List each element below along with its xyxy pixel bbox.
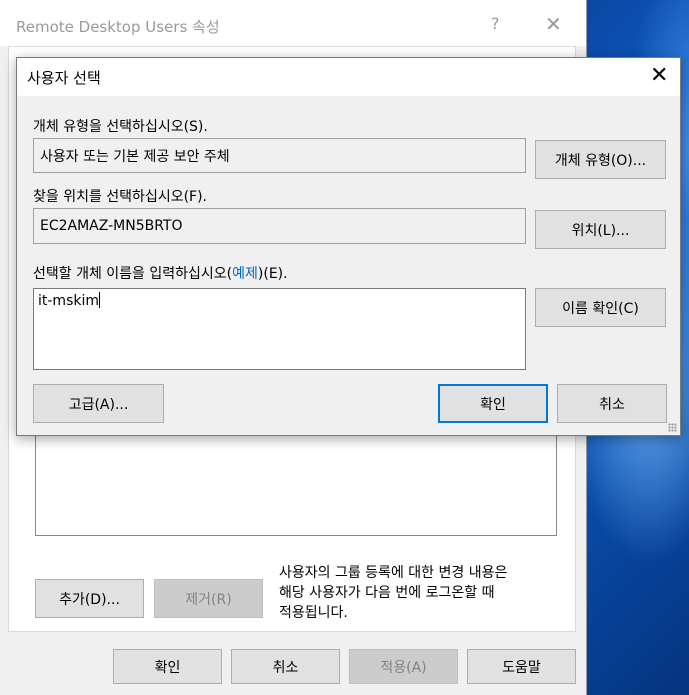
dialog-cancel-button[interactable]: 취소 xyxy=(557,384,667,423)
locations-button[interactable]: 위치(L)... xyxy=(535,210,666,249)
close-icon[interactable]: ✕ xyxy=(650,63,668,88)
object-name-label-prefix: 선택할 개체 이름을 입력하십시오( xyxy=(33,266,233,282)
advanced-button[interactable]: 고급(A)... xyxy=(33,384,164,423)
properties-window-title: Remote Desktop Users 속성 xyxy=(16,18,220,36)
text-caret xyxy=(99,292,100,308)
object-type-field: 사용자 또는 기본 제공 보안 주체 xyxy=(33,138,526,173)
membership-change-note: 사용자의 그룹 등록에 대한 변경 내용은 해당 사용자가 다음 번에 로그온할… xyxy=(279,565,508,621)
properties-titlebar: Remote Desktop Users 속성 ? ✕ xyxy=(0,0,586,46)
help-icon[interactable]: ? xyxy=(491,14,500,33)
select-users-dialog: 사용자 선택 ✕ 개체 유형을 선택하십시오(S). 사용자 또는 기본 제공 … xyxy=(16,57,681,436)
close-icon[interactable]: ✕ xyxy=(545,12,562,36)
object-name-label-suffix: )(E). xyxy=(257,266,288,282)
check-names-button[interactable]: 이름 확인(C) xyxy=(535,288,666,327)
examples-link[interactable]: 예제 xyxy=(232,266,258,282)
object-name-label: 선택할 개체 이름을 입력하십시오(예제)(E). xyxy=(33,263,288,283)
members-list[interactable] xyxy=(35,432,557,536)
location-value: EC2AMAZ-MN5BRTO xyxy=(40,218,183,234)
object-name-value: it-mskim xyxy=(38,293,99,309)
apply-button: 적용(A) xyxy=(349,649,458,684)
dialog-title: 사용자 선택 xyxy=(27,69,101,87)
properties-ok-button[interactable]: 확인 xyxy=(113,649,222,684)
help-button[interactable]: 도움말 xyxy=(467,649,576,684)
properties-cancel-button[interactable]: 취소 xyxy=(231,649,340,684)
add-button[interactable]: 추가(D)... xyxy=(35,579,144,618)
object-type-value: 사용자 또는 기본 제공 보안 주체 xyxy=(40,148,230,165)
location-label: 찾을 위치를 선택하십시오(F). xyxy=(33,189,208,205)
dialog-titlebar: 사용자 선택 ✕ xyxy=(17,58,680,96)
location-field: EC2AMAZ-MN5BRTO xyxy=(33,208,526,244)
object-types-button[interactable]: 개체 유형(O)... xyxy=(535,140,666,179)
object-type-label: 개체 유형을 선택하십시오(S). xyxy=(33,119,208,135)
resize-grip-icon[interactable] xyxy=(668,423,677,432)
remove-button: 제거(R) xyxy=(154,579,263,618)
object-name-input[interactable]: it-mskim xyxy=(33,288,526,370)
dialog-ok-button[interactable]: 확인 xyxy=(438,384,548,423)
